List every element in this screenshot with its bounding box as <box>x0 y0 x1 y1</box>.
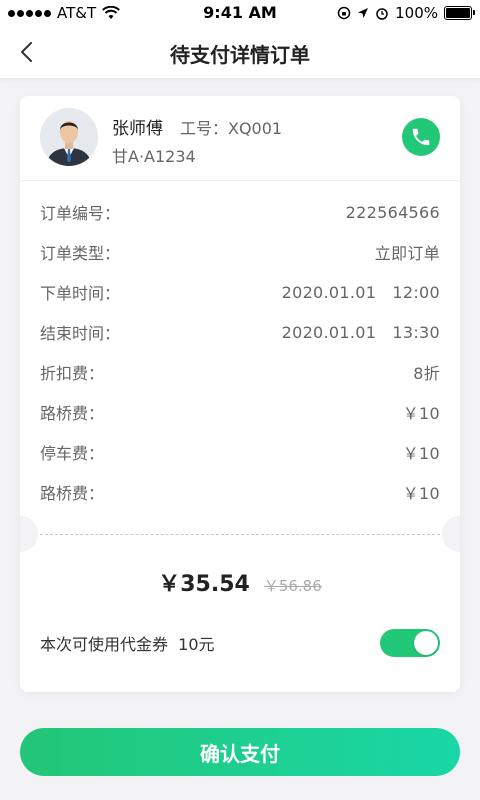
driver-name: 张师傅 <box>112 119 163 139</box>
original-price: ￥56.86 <box>263 577 322 595</box>
detail-label: 订单类型： <box>40 244 121 263</box>
confirm-pay-button[interactable]: 确认支付 <box>20 728 460 776</box>
detail-value: ￥10 <box>402 404 440 423</box>
detail-label: 停车费： <box>40 444 105 463</box>
detail-label: 订单编号： <box>40 204 121 223</box>
driver-info: 张师傅 工号：XQ001 甘A·A1234 <box>20 96 460 181</box>
driver-id: 工号：XQ001 <box>180 119 283 138</box>
detail-value: ￥10 <box>402 484 440 503</box>
call-button[interactable] <box>402 118 440 156</box>
detail-label: 下单时间： <box>40 284 121 303</box>
coupon-label: 本次可使用代金券 10元 <box>40 635 215 654</box>
detail-value: 立即订单 <box>374 244 440 263</box>
ticket-notch-right <box>442 516 460 552</box>
detail-row-toll-fee: 路桥费： ￥10 <box>40 392 440 432</box>
detail-row-end-time: 结束时间： 2020.01.01 13:30 <box>40 312 440 352</box>
price-summary: ￥35.54 ￥56.86 <box>20 566 460 598</box>
battery-level <box>446 8 470 18</box>
detail-value: ￥10 <box>402 444 440 463</box>
detail-value: 8折 <box>413 364 440 383</box>
status-bar: AT&T 9:41 AM 100% <box>0 0 480 26</box>
toggle-knob <box>414 631 438 655</box>
driver-avatar-image <box>40 108 98 166</box>
phone-icon <box>412 128 430 146</box>
battery-icon <box>444 6 475 20</box>
alarm-icon <box>376 8 388 20</box>
detail-label: 路桥费： <box>40 404 105 423</box>
detail-row-order-number: 订单编号： 222564566 <box>40 192 440 232</box>
coupon-row: 本次可使用代金券 10元 <box>40 628 440 658</box>
detail-row-discount: 折扣费： 8折 <box>40 352 440 392</box>
detail-value: 2020.01.01 13:30 <box>281 322 440 342</box>
dashed-divider <box>40 534 440 535</box>
rotation-lock-icon <box>337 6 351 20</box>
ticket-notch-left <box>20 516 38 552</box>
detail-row-order-time: 下单时间： 2020.01.01 12:00 <box>40 272 440 312</box>
detail-value: 2020.01.01 12:00 <box>281 282 440 302</box>
status-right: 100% <box>337 4 475 22</box>
detail-row-parking-fee: 停车费： ￥10 <box>40 432 440 472</box>
avatar <box>40 108 98 166</box>
license-plate: 甘A·A1234 <box>112 147 196 166</box>
nav-bar: 待支付详情订单 <box>0 26 480 78</box>
detail-label: 结束时间： <box>40 324 121 343</box>
detail-label: 折扣费： <box>40 364 105 383</box>
order-details: 订单编号： 222564566 订单类型： 立即订单 下单时间： 2020.01… <box>40 192 440 512</box>
battery-percent: 100% <box>395 4 438 22</box>
coupon-toggle[interactable] <box>380 629 440 657</box>
detail-row-toll-fee-2: 路桥费： ￥10 <box>40 472 440 512</box>
order-card: 张师傅 工号：XQ001 甘A·A1234 订单编号： 222564566 订单… <box>20 96 460 692</box>
page-title: 待支付详情订单 <box>170 43 310 67</box>
current-price: ￥35.54 <box>158 572 250 597</box>
location-icon <box>358 8 369 18</box>
detail-value: 222564566 <box>345 202 440 222</box>
detail-row-order-type: 订单类型： 立即订单 <box>40 232 440 272</box>
detail-label: 路桥费： <box>40 484 105 503</box>
